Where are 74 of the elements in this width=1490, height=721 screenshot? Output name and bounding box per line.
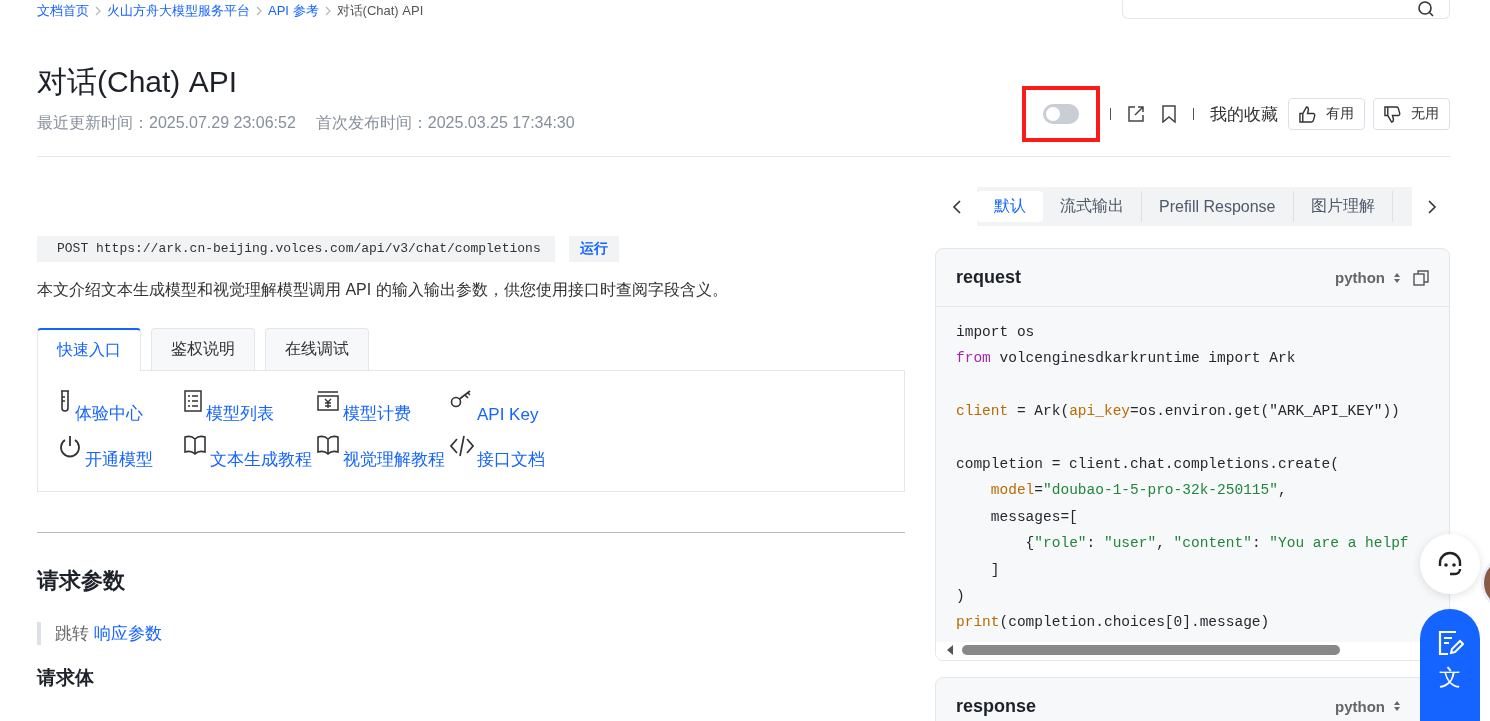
bookmark-icon[interactable] xyxy=(1161,105,1177,123)
tab[interactable]: 快速入口 xyxy=(37,328,141,371)
book-icon xyxy=(316,435,340,455)
example-tab[interactable]: 图片理解 xyxy=(1293,191,1393,222)
example-tab[interactable]: 默认 xyxy=(977,191,1043,222)
response-params-link[interactable]: 响应参数 xyxy=(93,624,162,643)
run-button[interactable]: 运行 xyxy=(568,236,619,262)
quick-link[interactable]: 视觉理解教程 xyxy=(316,433,450,471)
jump-note: 跳转 响应参数 xyxy=(37,622,905,645)
chevron-icon xyxy=(256,6,262,16)
meta-text: 首次发布时间：2025.03.25 17:34:30 xyxy=(315,113,575,133)
card-title: request xyxy=(956,267,1022,288)
meta-text: 最近更新时间：2025.07.29 23:06:52 xyxy=(37,113,296,133)
code-line: model="doubao-1-5-pro-32k-250115", xyxy=(989,482,1287,499)
useful-button[interactable]: 有用 xyxy=(1288,98,1365,130)
quick-link[interactable]: 文本生成教程 xyxy=(183,433,316,471)
breadcrumb-item[interactable]: 文档首页 xyxy=(37,2,89,20)
sort-icon xyxy=(1393,271,1401,284)
code-line: import os xyxy=(956,324,1035,340)
toggle-switch[interactable] xyxy=(1043,104,1079,124)
quick-link[interactable]: 体验中心 xyxy=(58,387,183,425)
breadcrumb-item: 对话(Chat) API xyxy=(336,2,424,20)
endpoint-url: POST https://ark.cn-beijing.volces.com/api/v3/chat/completions xyxy=(37,236,555,262)
example-tab[interactable]: 流式输出 xyxy=(1043,191,1142,222)
code-line: {"role": "user", "content": "You are a helpf xyxy=(1024,535,1409,552)
quick-link[interactable]: API Key xyxy=(450,387,892,425)
headset-icon xyxy=(1436,551,1464,577)
section-heading: 请求参数 xyxy=(37,567,126,595)
docs-float-button[interactable]: 文 xyxy=(1420,609,1480,721)
language-select[interactable]: python xyxy=(1335,269,1401,286)
scroll-left-icon[interactable] xyxy=(946,643,954,656)
code-line: messages=[ xyxy=(989,508,1078,525)
example-tab[interactable]: Prefill Response xyxy=(1142,191,1294,222)
external-link-icon[interactable] xyxy=(1127,105,1145,123)
book-icon xyxy=(183,435,207,455)
scrollbar-thumb[interactable] xyxy=(962,644,1340,655)
sort-icon xyxy=(1393,700,1401,713)
favorites-link[interactable]: 我的收藏 xyxy=(1210,102,1278,126)
quick-link[interactable]: 接口文档 xyxy=(450,433,892,471)
code-line: ) xyxy=(956,587,965,604)
code-line: print(completion.choices[0].message) xyxy=(956,614,1270,631)
card-title: response xyxy=(956,695,1037,717)
quick-link[interactable]: 开通模型 xyxy=(58,433,183,471)
edit-document-icon xyxy=(1436,629,1464,657)
code-line: from volcenginesdkarkruntime import Ark xyxy=(956,350,1296,367)
code-icon xyxy=(450,435,474,457)
search-icon xyxy=(1417,0,1435,18)
thumbs-up-icon xyxy=(1299,105,1316,123)
intro-text: 本文介绍文本生成模型和视觉理解模型调用 API 的输入输出参数，供您使用接口时查阅字段含义。 xyxy=(37,280,729,300)
page-title: 对话(Chat) API xyxy=(37,64,239,100)
customer-service-button[interactable] xyxy=(1420,534,1480,594)
subsection-heading: 请求体 xyxy=(37,666,95,690)
breadcrumb-item[interactable]: 火山方舟大模型服务平台 xyxy=(107,2,250,20)
breadcrumb-item[interactable]: API 参考 xyxy=(268,2,319,20)
copy-icon[interactable] xyxy=(1413,269,1429,286)
useless-button[interactable]: 无用 xyxy=(1373,98,1450,130)
search-field[interactable] xyxy=(1122,0,1450,19)
test-tube-icon xyxy=(58,389,72,413)
chevron-right-icon[interactable] xyxy=(1426,198,1438,215)
list-icon xyxy=(183,389,203,413)
chevron-left-icon[interactable] xyxy=(951,198,963,215)
quick-link[interactable]: 模型列表 xyxy=(183,387,316,425)
thumbs-down-icon xyxy=(1384,105,1401,123)
chevron-icon xyxy=(324,6,331,16)
power-icon xyxy=(58,435,82,459)
chevron-icon xyxy=(95,6,101,16)
language-select[interactable]: python xyxy=(1335,697,1401,715)
tab[interactable]: 鉴权说明 xyxy=(151,328,255,370)
quick-link[interactable]: 模型计费 xyxy=(316,387,450,425)
code-line: completion = client.chat.completions.create( xyxy=(956,455,1339,472)
code-line: ] xyxy=(989,561,1000,578)
tab[interactable]: 在线调试 xyxy=(265,328,369,370)
price-icon xyxy=(316,389,340,413)
code-line: client = Ark(api_key=os.environ.get("ARK_API_KEY")) xyxy=(956,403,1400,420)
